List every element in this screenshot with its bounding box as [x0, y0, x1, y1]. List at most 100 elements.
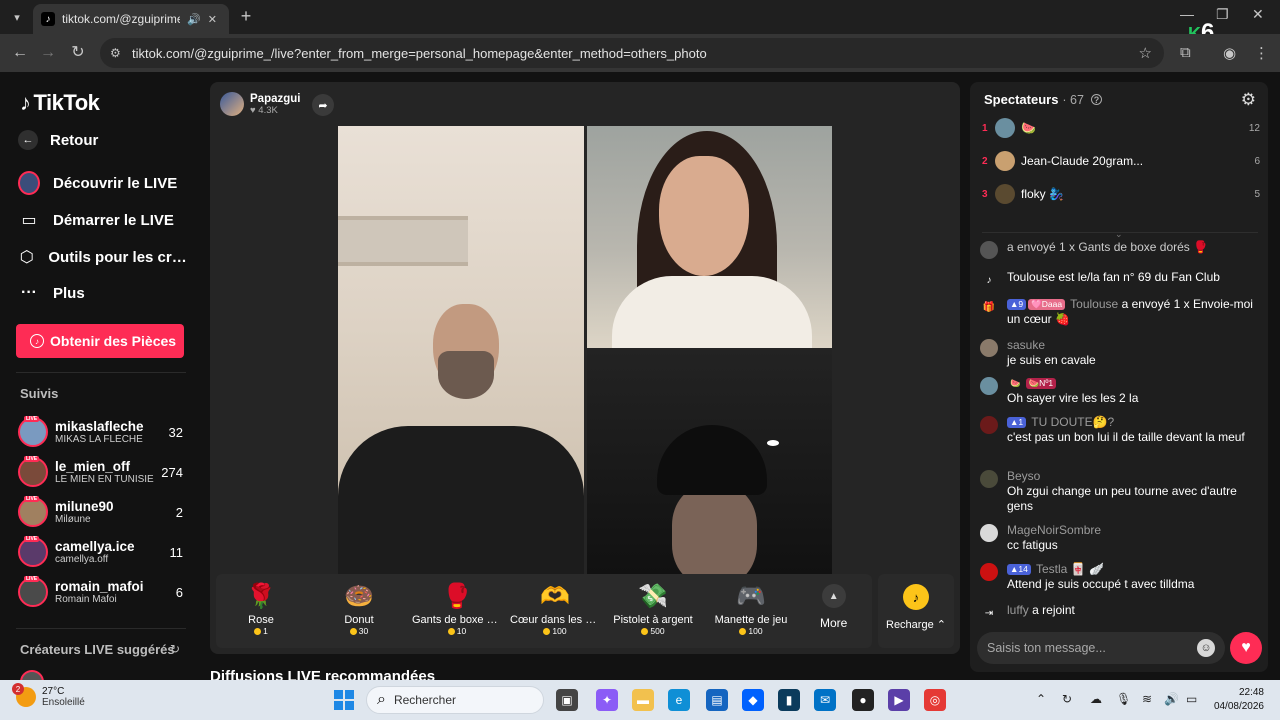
chevron-up-icon[interactable]: ⌃: [1036, 692, 1046, 706]
dropbox-icon[interactable]: ◆: [742, 689, 764, 711]
sidebar-item-discover-live[interactable]: Découvrir le LIVE: [18, 171, 188, 195]
recharge-button[interactable]: ♪ Recharge ⌃: [878, 574, 954, 648]
chat-message[interactable]: ⇥ luffy a rejoint: [980, 603, 1260, 622]
heart-hands-icon: 🫶: [540, 583, 570, 610]
taskbar-search[interactable]: ⌕ Rechercher: [366, 686, 544, 714]
sidebar-item-more[interactable]: ··· Plus: [18, 282, 188, 304]
tab-search-chevron-icon[interactable]: ▾: [6, 6, 28, 28]
arrow-left-icon: ←: [18, 130, 38, 150]
url-text[interactable]: tiktok.com/@zguiprime_/live?enter_from_m…: [132, 46, 707, 61]
viewers-header[interactable]: Spectateurs · 67 ?: [984, 92, 1102, 107]
weather-widget[interactable]: 2 27°C Ensoleillé: [12, 683, 85, 708]
chat-input[interactable]: [987, 641, 1187, 655]
sidebar-item-creator-tools[interactable]: ⬡ Outils pour les créateurs: [18, 246, 188, 268]
following-item[interactable]: LIVE camellya.ice camellya.off 11: [18, 534, 183, 570]
avatar: LIVE: [18, 576, 48, 607]
chrome-icon[interactable]: ◎: [924, 689, 946, 711]
volume-icon[interactable]: 🔊: [1164, 692, 1179, 706]
get-coins-button[interactable]: ♪ Obtenir des Pièces: [16, 324, 184, 358]
gift-rose[interactable]: 🌹 Rose 1: [216, 582, 306, 636]
clock[interactable]: 22:48 04/08/2026: [1210, 686, 1264, 714]
following-item[interactable]: LIVE romain_mafoi Romain Mafoi 6: [18, 574, 183, 610]
outlook-icon[interactable]: ✉: [814, 689, 836, 711]
chat-message[interactable]: sasuke je suis en cavale: [980, 338, 1260, 368]
task-view-icon[interactable]: ▣: [556, 689, 578, 711]
file-explorer-icon[interactable]: ▬: [632, 689, 654, 711]
refresh-icon[interactable]: ↻: [170, 642, 180, 656]
host-info[interactable]: Papazgui ♥ 4.3K: [220, 92, 300, 116]
like-heart-button[interactable]: ♥: [1230, 632, 1262, 664]
video-feed-host[interactable]: [338, 126, 584, 574]
following-item[interactable]: LIVE milune90 Miløune 2: [18, 494, 183, 530]
film-icon[interactable]: ▶: [888, 689, 910, 711]
tiktok-logo[interactable]: ♪ TikTok: [20, 90, 100, 116]
emoji-icon[interactable]: ☺: [1197, 639, 1215, 657]
back-arrow-icon[interactable]: ←: [10, 43, 30, 63]
new-tab-button[interactable]: +: [236, 7, 256, 27]
chat-message[interactable]: 🍉 🍉Nº1 Oh sayer vire les les 2 la: [980, 376, 1260, 406]
browser-tab[interactable]: ♪ tiktok.com/@zguiprime_/live 🔊 ✕: [33, 4, 229, 34]
reload-icon[interactable]: ↻: [68, 43, 88, 63]
app-icon[interactable]: ▮: [778, 689, 800, 711]
settings-gear-icon[interactable]: ⚙: [1241, 90, 1256, 110]
windows-start-icon[interactable]: [334, 690, 354, 710]
following-item[interactable]: LIVE mikaslafleche MIKAS LA FLÈCHE 32: [18, 414, 183, 450]
gift-money-gun[interactable]: 💸 Pistolet à argent 500: [608, 582, 698, 636]
gift-donut[interactable]: 🍩 Donut 30: [314, 582, 404, 636]
share-icon[interactable]: ➦: [312, 94, 334, 116]
video-feed-guest-1[interactable]: [587, 126, 832, 348]
top-viewer-row[interactable]: 3 floky 🧞‍♀️ 5: [982, 180, 1260, 208]
extensions-icon[interactable]: ⧉: [1180, 44, 1191, 61]
top-viewer-row[interactable]: 1 🍉 12: [982, 114, 1260, 142]
video-feed-guest-2[interactable]: [587, 350, 832, 574]
forward-arrow-icon[interactable]: →: [38, 43, 58, 63]
site-info-icon[interactable]: ⚙: [110, 46, 130, 60]
gift-boxing-gloves[interactable]: 🥊 Gants de boxe dorés 10: [412, 582, 502, 636]
gift-game-controller[interactable]: 🎮 Manette de jeu 100: [706, 582, 796, 636]
gift-heart-hands[interactable]: 🫶 Cœur dans les mains 100: [510, 582, 600, 636]
chat-message[interactable]: ▲1 TU DOUTE🤔? c'est pas un bon lui il de…: [980, 415, 1260, 445]
chat-composer[interactable]: ☺: [977, 632, 1225, 664]
sidebar-item-start-live[interactable]: ▭ Démarrer le LIVE: [18, 209, 188, 231]
maximize-icon[interactable]: ❐: [1216, 6, 1229, 23]
following-item[interactable]: LIVE le_mien_off LE MIEN EN TUNISIE 274: [18, 454, 183, 490]
battery-icon[interactable]: ▭: [1186, 692, 1197, 706]
more-vert-icon[interactable]: ⋮: [1254, 44, 1269, 62]
profile-icon[interactable]: ◉: [1223, 44, 1236, 62]
host-avatar[interactable]: [220, 92, 244, 116]
cloud-icon[interactable]: ☁: [1090, 692, 1102, 706]
host-name[interactable]: Papazgui: [250, 93, 300, 105]
microphone-icon[interactable]: 🎙: [1116, 692, 1131, 706]
chat-message[interactable]: 🎁 ▲9 🩷Daaa Toulouse a envoyé 1 x Envoie-m…: [980, 297, 1260, 327]
search-icon: ⌕: [377, 691, 386, 708]
close-icon[interactable]: ✕: [208, 13, 217, 26]
avatar: [980, 524, 998, 542]
wifi-icon[interactable]: ≋: [1142, 692, 1152, 706]
chevron-down-icon[interactable]: ⌄: [1115, 229, 1123, 240]
speaker-icon[interactable]: 🔊: [187, 13, 201, 26]
close-window-icon[interactable]: ✕: [1252, 6, 1264, 23]
tab-title: tiktok.com/@zguiprime_/live: [62, 12, 180, 26]
copilot-icon[interactable]: ✦: [596, 689, 618, 711]
viewer-count: 11: [169, 544, 184, 560]
avatar: LIVE: [18, 416, 48, 447]
avatar: [980, 563, 998, 581]
chat-message[interactable]: a envoyé 1 x Gants de boxe dorés 🥊: [980, 240, 1260, 259]
top-viewer-row[interactable]: 2 Jean-Claude 20gram... 6: [982, 147, 1260, 175]
store-icon[interactable]: ▤: [706, 689, 728, 711]
chat-message[interactable]: ♪ Toulouse est le/la fan n° 69 du Fan Cl…: [980, 270, 1260, 289]
bookmark-star-icon[interactable]: ☆: [1139, 44, 1152, 62]
avatar[interactable]: [20, 670, 44, 680]
edge-icon[interactable]: e: [668, 689, 690, 711]
obs-icon[interactable]: ●: [852, 689, 874, 711]
coin-icon: ♪: [30, 334, 44, 348]
info-icon[interactable]: ?: [1090, 94, 1102, 105]
more-gifts-button[interactable]: ▲ More: [820, 584, 847, 630]
back-button[interactable]: ← Retour: [18, 130, 98, 150]
sync-icon[interactable]: ↻: [1062, 692, 1072, 706]
chat-message[interactable]: Beyso Oh zgui change un peu tourne avec d…: [980, 469, 1260, 514]
omnibox[interactable]: ⚙ tiktok.com/@zguiprime_/live?enter_from…: [100, 38, 1164, 68]
chat-message[interactable]: MageNoirSombre cc fatigus: [980, 523, 1260, 553]
chat-message[interactable]: ▲14 Testla 🀄 🪽 Attend je suis occupé t a…: [980, 562, 1260, 592]
tiktok-favicon-icon: ♪: [41, 12, 55, 26]
